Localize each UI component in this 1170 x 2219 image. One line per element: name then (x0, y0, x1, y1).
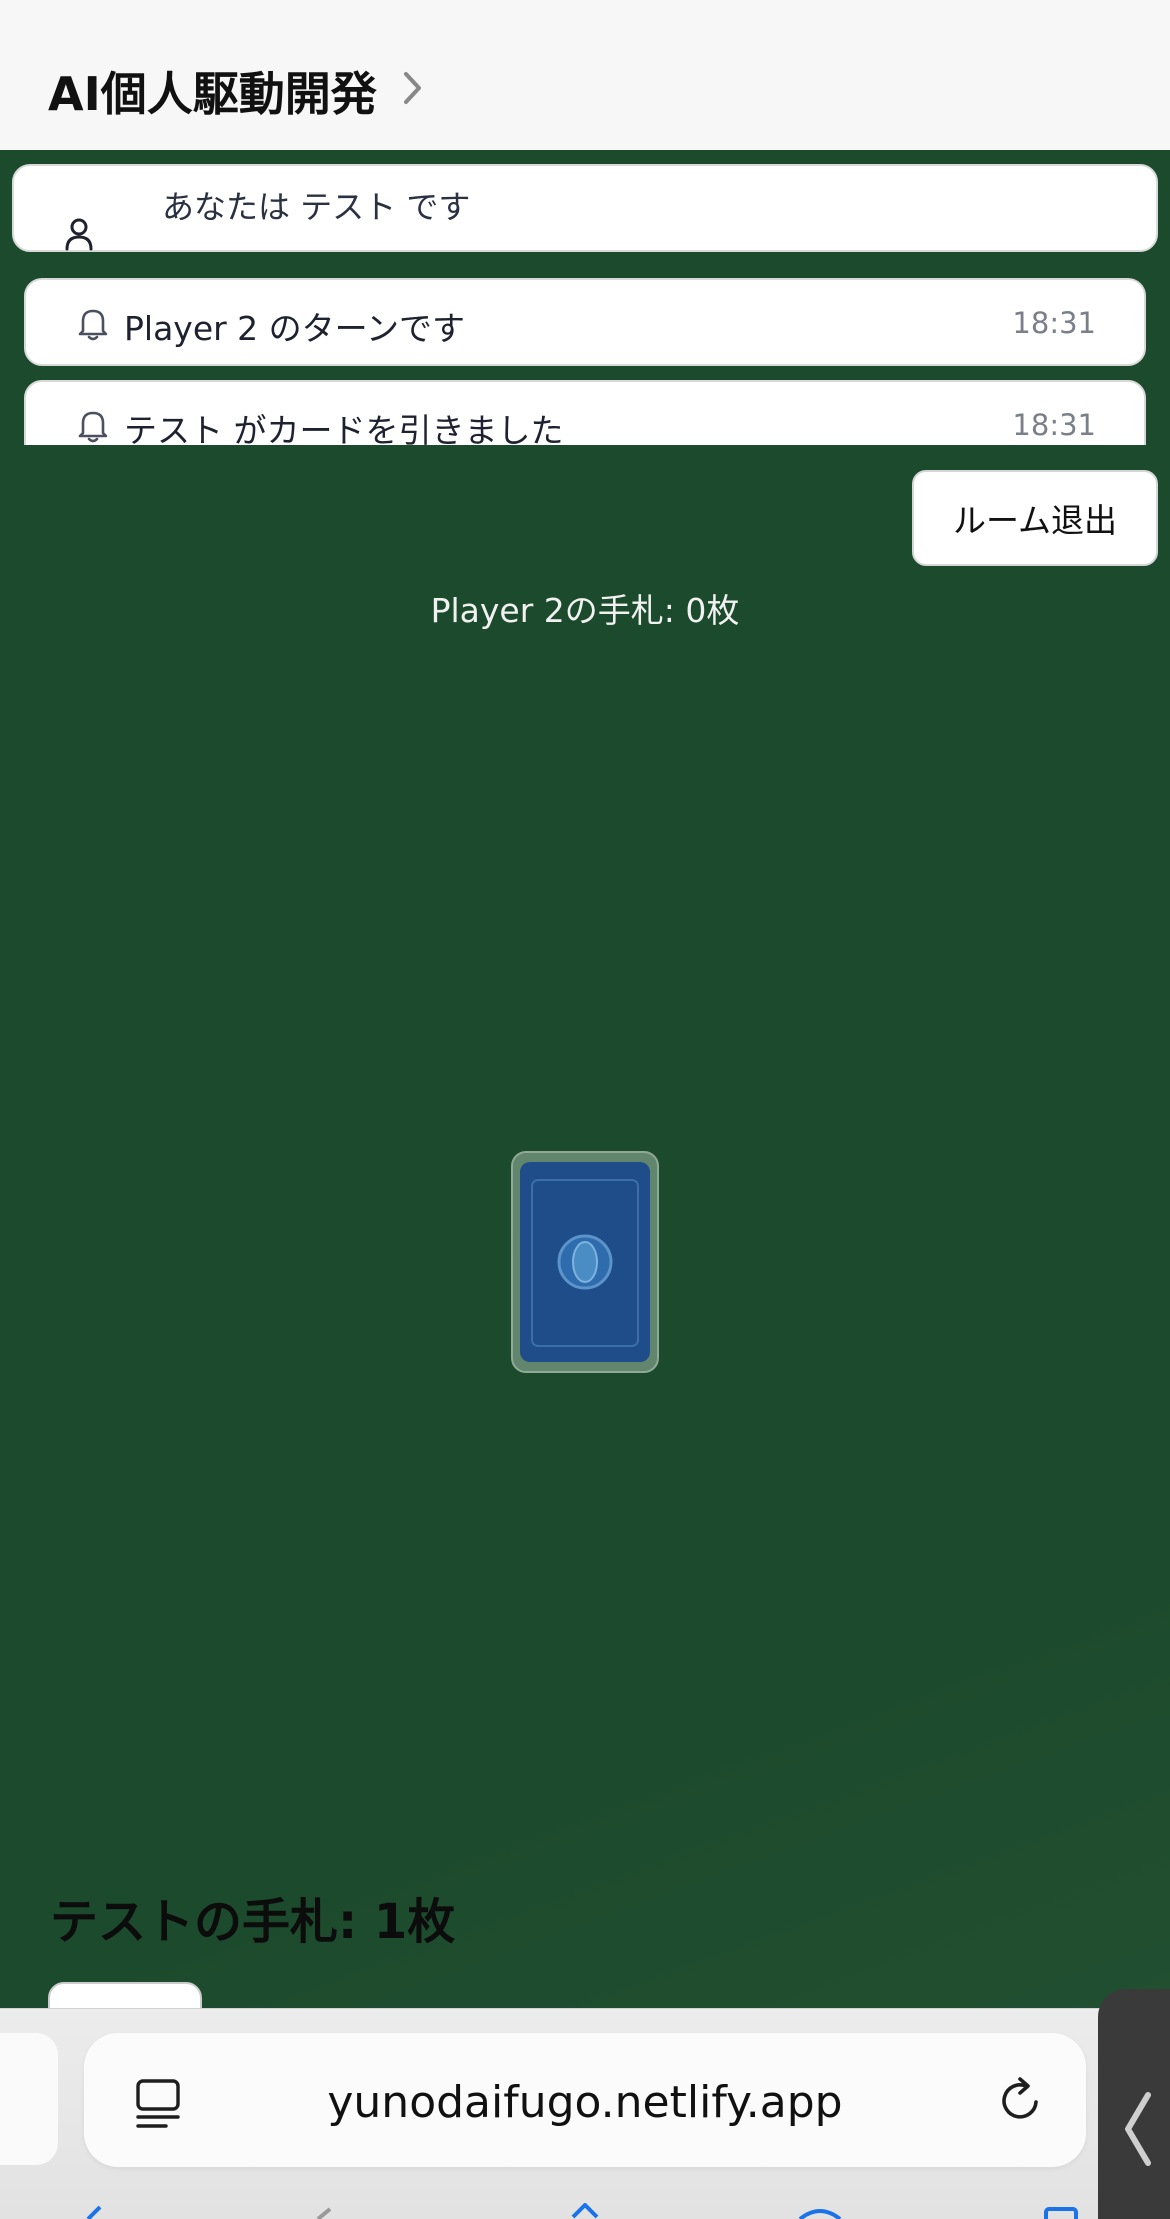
browser-toolbar: yunodaifugo.netlify.app (0, 1989, 1170, 2219)
reload-icon[interactable] (996, 2073, 1046, 2131)
notification-text: テスト がカードを引きました (124, 411, 564, 445)
user-icon (64, 216, 94, 256)
notification-toast[interactable]: テスト がカードを引きました 18:31 (24, 380, 1146, 445)
page-title[interactable]: AI個人駆動開発 (48, 58, 377, 124)
opponent-hand-count: Player 2の手札: 0枚 (430, 591, 740, 630)
previous-tab[interactable] (0, 2033, 58, 2165)
bell-icon (76, 306, 110, 346)
notification-toast[interactable]: Player 2 のターンです 18:31 (24, 278, 1146, 366)
url-text: yunodaifugo.netlify.app (327, 2077, 843, 2128)
bottom-toolbar (0, 2203, 1170, 2219)
chevron-left-icon (1120, 2089, 1156, 2173)
next-tab[interactable] (1098, 1989, 1170, 2219)
chevron-right-icon[interactable] (402, 70, 424, 110)
draw-pile[interactable] (510, 1150, 660, 1374)
player-identity-text: あなたは テスト です (162, 188, 471, 226)
player-identity-card: あなたは テスト です (12, 164, 1158, 252)
app-header: AI個人駆動開発 (0, 0, 1170, 150)
leave-room-button[interactable]: ルーム退出 (912, 470, 1158, 566)
notification-time: 18:31 (1012, 408, 1096, 442)
address-bar[interactable]: yunodaifugo.netlify.app (84, 2033, 1086, 2167)
notification-time: 18:31 (1012, 306, 1096, 340)
notification-stack: あなたは テスト です Player 2 のターンです 18:31 テスト がカ… (0, 150, 1170, 445)
my-hand-count: テストの手札: 1枚 (50, 1894, 456, 1950)
notification-text: Player 2 のターンです (124, 309, 466, 348)
bell-icon (76, 408, 110, 445)
